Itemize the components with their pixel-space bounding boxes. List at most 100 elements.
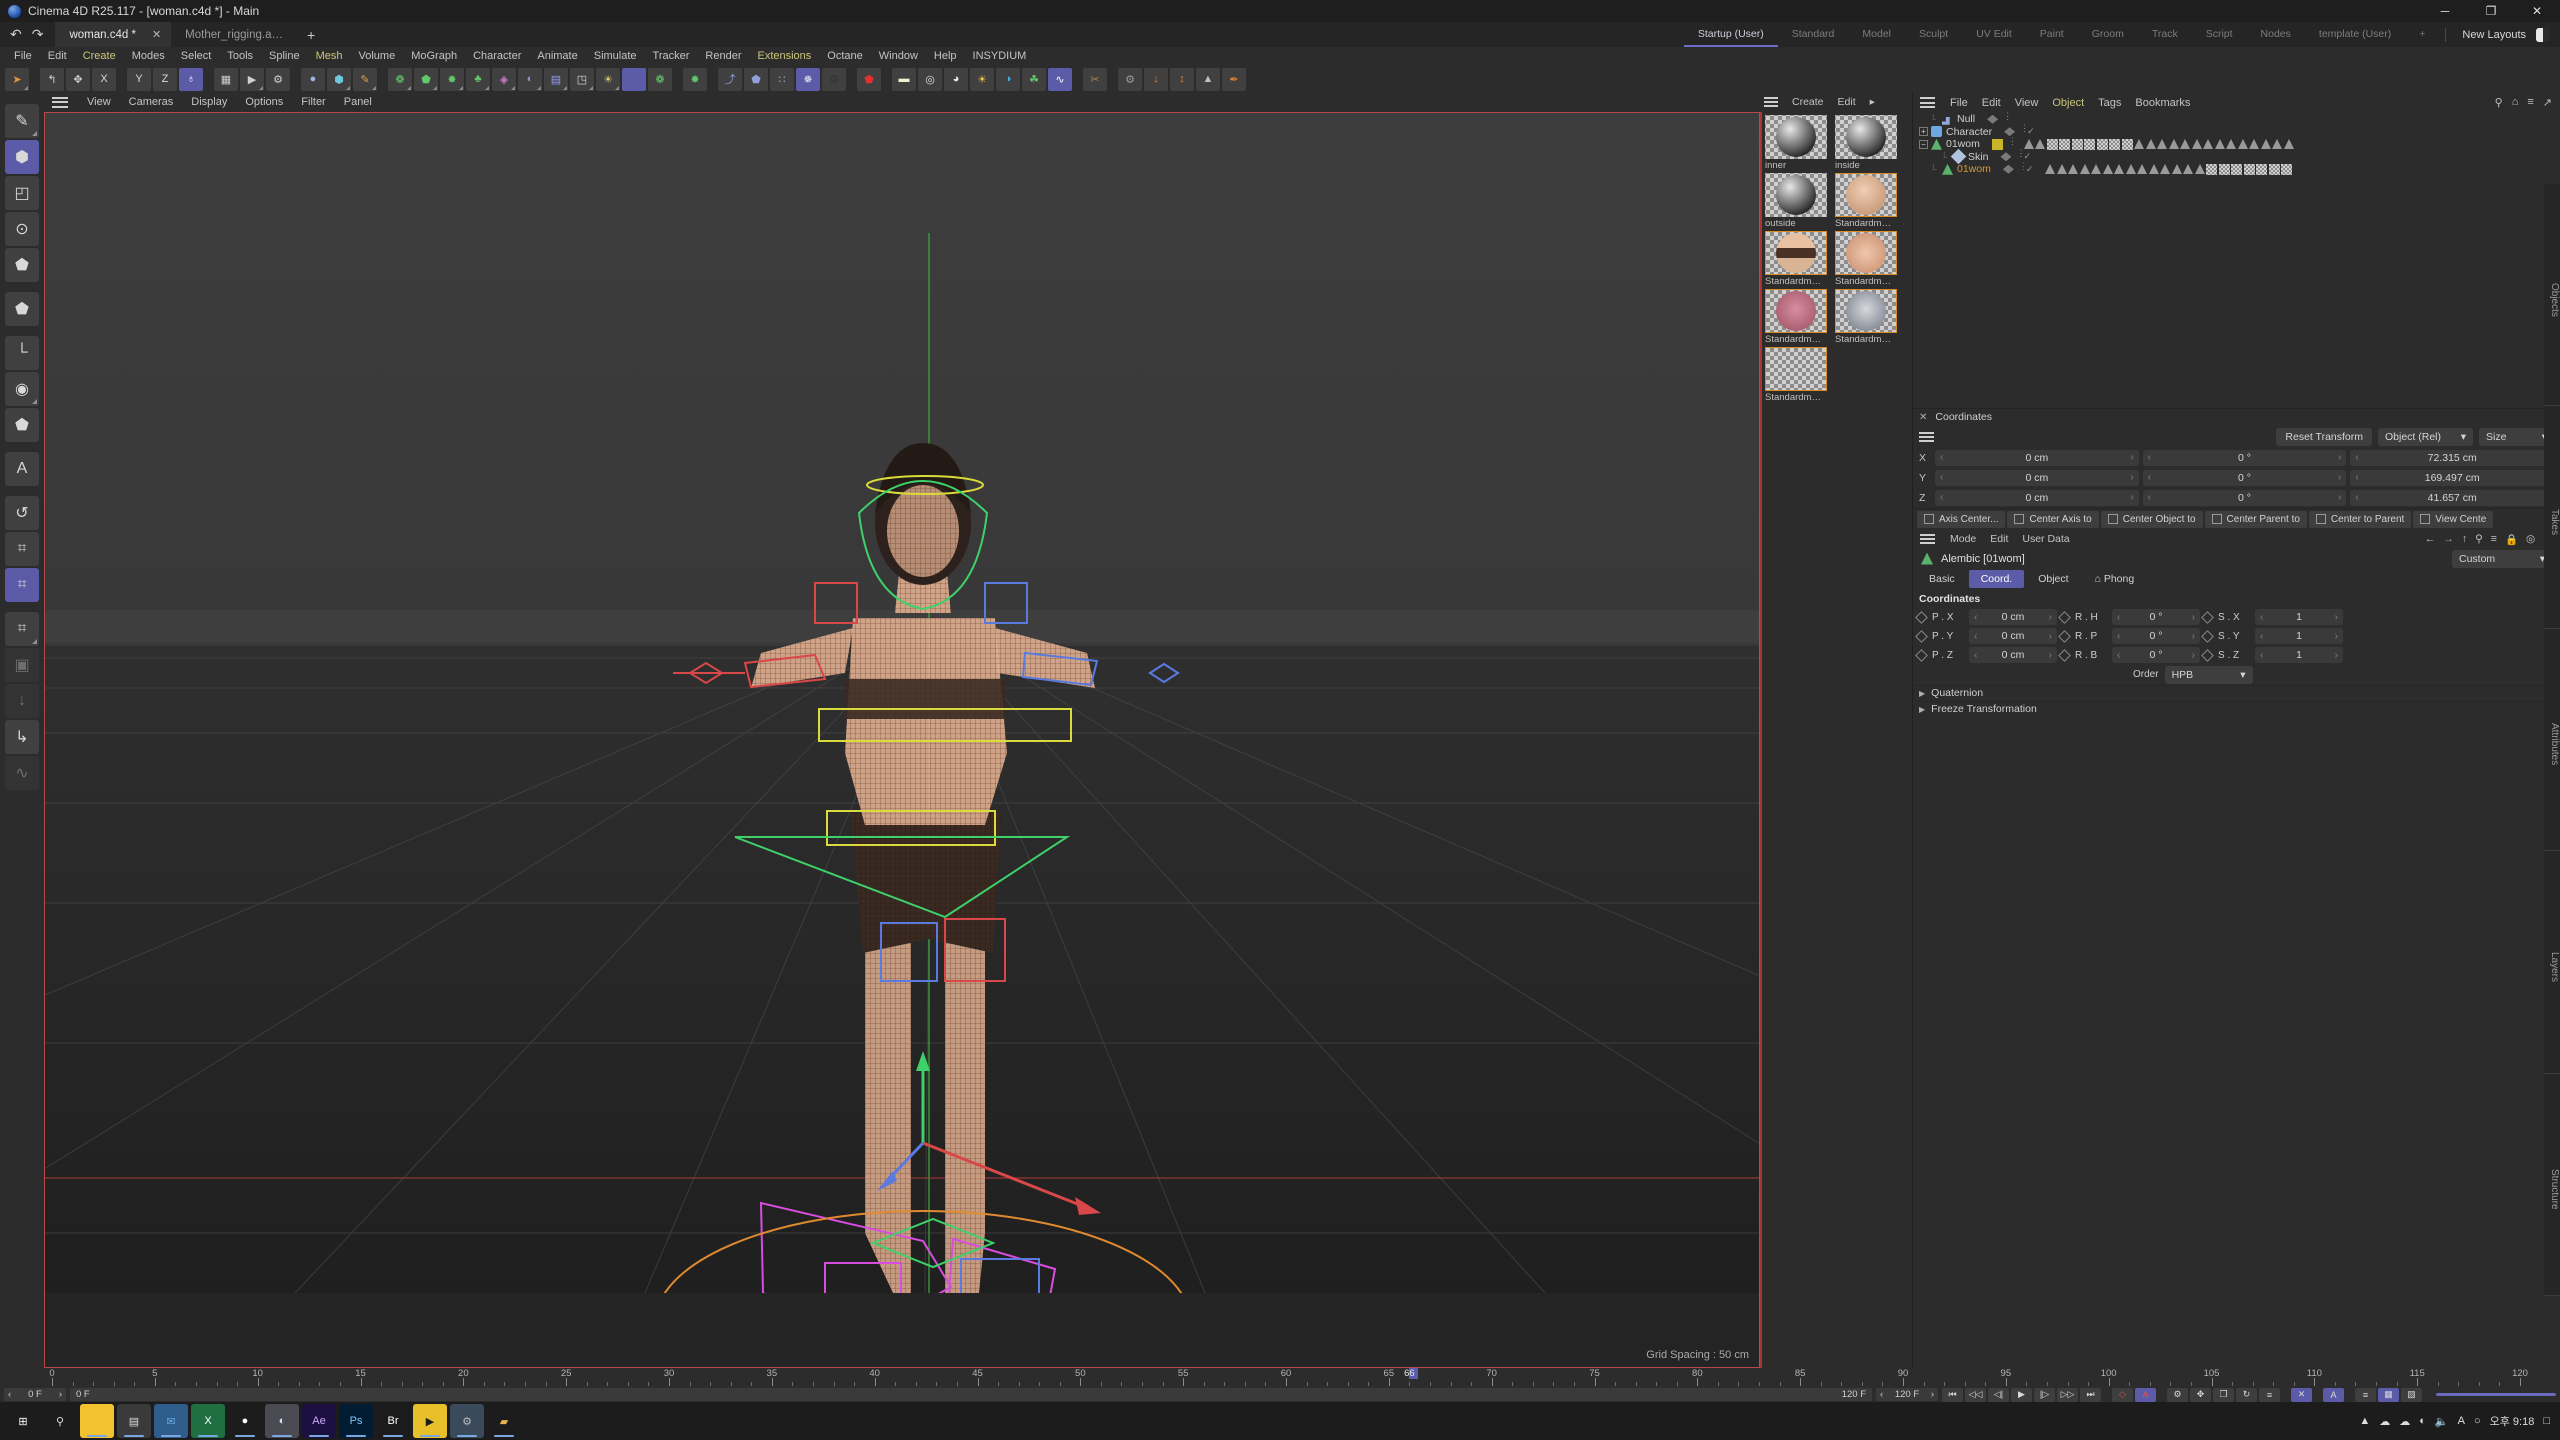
rotation-input[interactable]: ‹ 0 ° › (2112, 609, 2200, 625)
om-menu-edit[interactable]: Edit (1975, 97, 2008, 109)
layout-tab-startup[interactable]: Startup (User) (1683, 22, 1778, 47)
render-view-icon[interactable]: ▦ (214, 67, 238, 91)
selection-tag-icon[interactable] (2137, 164, 2148, 175)
selection-tag-icon[interactable] (2283, 139, 2294, 150)
rotation-input[interactable]: ‹ 0 ° › (2112, 647, 2200, 663)
rotation-field[interactable]: ‹ 0 ° › (2142, 489, 2347, 506)
position-field[interactable]: ‹ 0 cm › (1935, 449, 2139, 466)
material-menu-create[interactable]: Create (1786, 96, 1830, 108)
selection-tag-icon[interactable] (2160, 164, 2171, 175)
center-button-0[interactable]: Axis Center... (1917, 510, 2006, 528)
viewport-menu-filter[interactable]: Filter (292, 96, 334, 108)
material-tag-icon[interactable] (2109, 138, 2121, 150)
tool-point-mode[interactable]: ⊙ (5, 212, 39, 246)
undo-button[interactable]: ↶ (10, 26, 22, 43)
octane-sun-icon[interactable]: ☀ (970, 67, 994, 91)
material-thumbnail[interactable] (1835, 231, 1897, 275)
after-effects-app-icon[interactable]: Ae (302, 1404, 336, 1438)
om-menu-tags[interactable]: Tags (2091, 97, 2128, 109)
rotation-field[interactable]: ‹ 0 ° › (2142, 449, 2347, 466)
dark-mode-toggle-icon[interactable] (2536, 27, 2550, 42)
tool-snap-lock[interactable]: ⌗ (5, 568, 39, 602)
material-cell[interactable]: Standardm… (1835, 173, 1901, 229)
autokey-button[interactable]: A (2135, 1387, 2156, 1402)
keyframe-icon[interactable] (2201, 648, 2214, 662)
menu-simulate[interactable]: Simulate (586, 47, 645, 66)
position-field[interactable]: ‹ 0 cm › (1935, 489, 2139, 506)
visibility-dots-icon[interactable] (1991, 138, 2003, 150)
material-cell[interactable]: Standardm… (1765, 231, 1831, 287)
octane-camera-icon[interactable]: ⬟ (857, 67, 881, 91)
side-tab-attributes[interactable]: Attributes (2544, 629, 2560, 852)
prev-key-button[interactable]: ◁◁ (1965, 1387, 1986, 1402)
material-tag-icon[interactable] (2218, 163, 2230, 175)
paint-tool-icon[interactable]: ✒ (1222, 67, 1246, 91)
viewport-menu-options[interactable]: Options (236, 96, 292, 108)
keyframe-icon[interactable] (1915, 629, 1928, 643)
layout-tab-sculpt[interactable]: Sculpt (1905, 22, 1962, 47)
axis-z-lock-icon[interactable]: Z (153, 67, 177, 91)
material-thumbnail[interactable] (1835, 173, 1897, 217)
layout-tab-groom[interactable]: Groom (2078, 22, 2138, 47)
field-icon[interactable]: ◈ (492, 67, 516, 91)
play-button[interactable]: ▶ (2011, 1387, 2032, 1402)
coordinates-menu-icon[interactable] (1919, 431, 1934, 442)
new-layouts-button[interactable]: New Layouts (2452, 29, 2536, 41)
spline-pen-icon[interactable]: ✎ (353, 67, 377, 91)
object-row[interactable]: └ Null ⋮ (1913, 111, 2560, 126)
order-dropdown[interactable]: HPB ▾ (2164, 665, 2253, 684)
tool-spline-snap[interactable]: ∿ (5, 756, 39, 790)
material-tag-icon[interactable] (2071, 138, 2083, 150)
keyframe-icon[interactable] (1915, 610, 1928, 624)
selection-tag-icon[interactable] (2114, 164, 2125, 175)
parameter-key-button[interactable]: ≡ (2259, 1387, 2280, 1402)
preview-range-field[interactable]: 0 F 120 F (70, 1388, 1872, 1401)
search-icon[interactable]: ⚲ (2475, 533, 2483, 546)
material-tag-icon[interactable] (2256, 163, 2268, 175)
prev-arrow-icon[interactable]: ‹ (8, 1389, 11, 1400)
menu-character[interactable]: Character (465, 47, 529, 66)
menu-mesh[interactable]: Mesh (308, 47, 351, 66)
tool-snap-auto[interactable]: ⌗ (5, 612, 39, 646)
tool-axis-move[interactable]: ↳ (5, 720, 39, 754)
menu-window[interactable]: Window (871, 47, 926, 66)
position-field[interactable]: ‹ 0 cm › (1935, 469, 2139, 486)
attr-menu-edit[interactable]: Edit (1983, 533, 2015, 545)
menu-extensions[interactable]: Extensions (749, 47, 819, 66)
folder-app-icon[interactable]: ▰ (487, 1404, 521, 1438)
tool-enable-axis[interactable]: ⬟ (5, 408, 39, 442)
material-cell[interactable]: outside (1765, 173, 1831, 229)
forward-arrow-icon[interactable]: → (2443, 533, 2454, 546)
volume-icon[interactable]: 🔈 (2435, 1415, 2449, 1428)
selection-tag-icon[interactable] (2194, 164, 2205, 175)
record-key-button[interactable]: ◇ (2112, 1387, 2133, 1402)
position-input[interactable]: ‹ 0 cm › (1969, 628, 2057, 644)
attributes-menu-icon[interactable] (1920, 534, 1935, 544)
material-cell[interactable]: Standardm… (1765, 347, 1831, 403)
search-icon[interactable]: ⚲ (2495, 96, 2503, 109)
onedrive-icon[interactable]: ☁ (2399, 1415, 2410, 1428)
size-field[interactable]: ‹41.657 cm› (2350, 489, 2555, 506)
cloud-icon[interactable]: ☁ (2379, 1415, 2390, 1428)
target-icon[interactable]: ◎ (2526, 533, 2535, 546)
close-icon[interactable]: ✕ (1919, 412, 1927, 423)
keyframe-icon[interactable] (2058, 648, 2071, 662)
rotation-key-button[interactable]: ↻ (2236, 1387, 2257, 1402)
om-menu-view[interactable]: View (2008, 97, 2046, 109)
document-tab-mother-rigging[interactable]: Mother_rigging.a… (171, 22, 293, 47)
deformer-icon[interactable]: ✸ (440, 67, 464, 91)
scale-input[interactable]: ‹ 1 › (2255, 647, 2343, 663)
material-cell[interactable]: Standardm… (1765, 289, 1831, 345)
next-arrow-icon[interactable]: › (1931, 1389, 1934, 1400)
simulation-icon[interactable]: ▤ (544, 67, 568, 91)
attr-tab-basic[interactable]: Basic (1917, 570, 1967, 588)
signal-icon[interactable]: ∿ (1048, 67, 1072, 91)
home-icon[interactable]: ⌂ (2512, 96, 2519, 109)
menu-create[interactable]: Create (75, 47, 124, 66)
cinema4d-app-icon[interactable]: ◐ (265, 1404, 299, 1438)
object-row[interactable]: └ Skin ⋮ ✓ (1913, 149, 2560, 165)
center-button-5[interactable]: View Cente (2413, 510, 2494, 528)
size-field[interactable]: ‹169.497 cm› (2350, 469, 2555, 486)
bridge-app-icon[interactable]: Br (376, 1404, 410, 1438)
visibility-toggle-icon[interactable]: ⋮ (2020, 124, 2029, 137)
